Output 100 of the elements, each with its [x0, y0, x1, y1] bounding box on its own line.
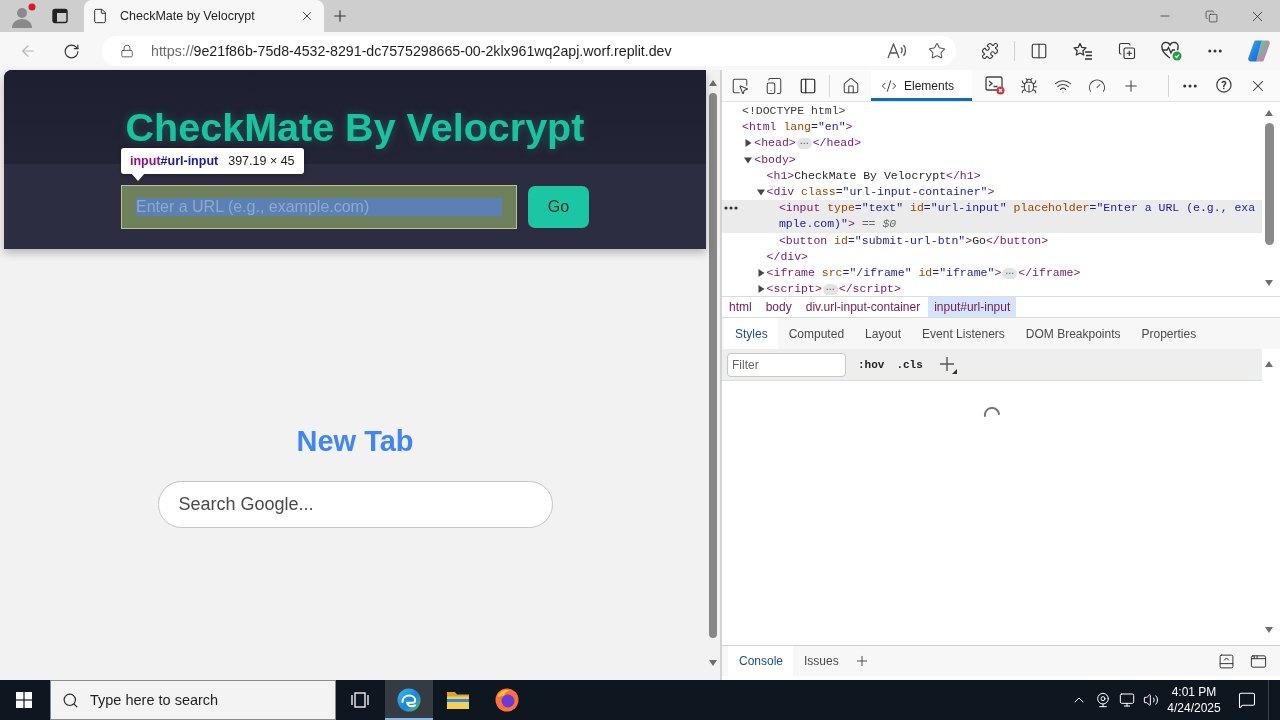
window-icon[interactable]: [52, 8, 68, 24]
panel-tab[interactable]: Computed: [777, 318, 855, 349]
panel-tab[interactable]: Event Listeners: [911, 318, 1015, 349]
monitor-icon[interactable]: [1119, 692, 1135, 708]
element-selector: input#url-input: [130, 154, 219, 168]
dom-node-row[interactable]: <button id="submit-url-btn">Go</button>: [722, 232, 1262, 249]
breadcrumb-item[interactable]: html: [723, 297, 758, 317]
dom-node-code: </div>: [766, 248, 808, 265]
star-icon[interactable]: [928, 42, 946, 60]
dom-node-row[interactable]: <!DOCTYPE html>: [722, 103, 1262, 120]
page-icon[interactable]: [92, 8, 108, 24]
panel-bottom-icon[interactable]: [1217, 652, 1235, 670]
dom-node-code: <button id="submit-url-btn">Go</button>: [778, 232, 1049, 249]
breadcrumb-item[interactable]: div.url-input-container: [799, 297, 927, 317]
dom-node-code: <iframe src="/iframe" id="iframe">: [766, 265, 1002, 282]
speech-bubble-icon[interactable]: [1237, 691, 1256, 709]
refresh-icon[interactable]: [62, 42, 80, 60]
speaker-icon[interactable]: [1143, 692, 1159, 708]
restore-icon[interactable]: [1204, 9, 1218, 23]
dom-node-row[interactable]: <div class="url-input-container">: [722, 184, 1262, 201]
address-field[interactable]: https://9e21f86b-75d8-4532-8291-dc7575298665-00-2klx961wq2apj.worf.replit.dev: [102, 36, 956, 66]
help-icon[interactable]: [1214, 76, 1234, 95]
panel-tab[interactable]: Properties: [1130, 318, 1207, 349]
phone-tablet-icon[interactable]: [765, 76, 783, 95]
star-list-icon[interactable]: [1073, 42, 1093, 60]
devtools-tab[interactable]: Elements: [871, 70, 973, 101]
ellipsis-button[interactable]: ⋯: [822, 284, 838, 296]
dom-node-code: <html lang="en">: [742, 119, 853, 136]
dom-node-row[interactable]: <body>: [722, 151, 1262, 168]
read-aloud-icon[interactable]: [887, 43, 907, 59]
search-input[interactable]: Type here to search: [90, 689, 335, 711]
browser-tab[interactable]: CheckMate by Velocrypt: [84, 0, 324, 32]
start-icon[interactable]: [16, 692, 32, 708]
terminal-error-icon[interactable]: [985, 76, 1006, 95]
caret-right-icon[interactable]: [756, 269, 765, 278]
more-dots-icon[interactable]: [724, 206, 738, 211]
scroll-up-icon[interactable]: [709, 80, 717, 86]
home-icon[interactable]: [842, 76, 860, 95]
swirl-logo-icon[interactable]: [397, 688, 421, 712]
tab-title[interactable]: CheckMate by Velocrypt: [120, 9, 297, 23]
dom-node-code: <!DOCTYPE html>: [742, 103, 846, 119]
drawer-tab[interactable]: Console: [728, 646, 794, 676]
dom-node-row[interactable]: </div>: [722, 248, 1262, 266]
split-panel-icon[interactable]: [1030, 42, 1048, 60]
search-icon[interactable]: [62, 691, 79, 709]
ellipsis-button[interactable]: ⋯: [796, 138, 812, 150]
code-icon[interactable]: [881, 77, 897, 94]
panel-tab[interactable]: Layout: [854, 318, 912, 349]
element-size: 397.19 × 45: [228, 154, 295, 168]
window-icon[interactable]: [1249, 652, 1267, 670]
ellipsis-button[interactable]: ⋯: [1002, 268, 1018, 280]
scroll-down-icon[interactable]: [1265, 627, 1273, 633]
caret-right-icon[interactable]: [756, 285, 765, 294]
dom-node-code: <script>: [766, 281, 822, 296]
style-toggle-button[interactable]: :hov: [852, 353, 891, 376]
scroll-down-icon[interactable]: [709, 660, 717, 666]
dom-node-code: <h1>CheckMate By Velocrypt</h1>: [766, 167, 981, 184]
taskbar-app-button[interactable]: [385, 680, 433, 720]
clock-time[interactable]: 4:01 PM: [1171, 684, 1217, 700]
dom-node-row[interactable]: <script> ⋯ </script>: [722, 281, 1262, 296]
caret-down-icon[interactable]: [756, 188, 765, 196]
panel-tab[interactable]: DOM Breakpoints: [1014, 318, 1131, 349]
panel-tab[interactable]: Styles: [724, 318, 778, 349]
dom-node-row[interactable]: <head> ⋯ </head>: [722, 135, 1262, 152]
dom-node-code: <div class="url-input-container">: [766, 184, 995, 200]
breadcrumb-item[interactable]: input#url-input: [928, 297, 1017, 317]
scroll-down-icon[interactable]: [1265, 280, 1273, 286]
caret-down-icon[interactable]: [744, 155, 753, 164]
breadcrumb-item[interactable]: body: [759, 297, 798, 317]
clock-date[interactable]: 4/24/2025: [1167, 700, 1221, 716]
scroll-up-icon[interactable]: [1265, 361, 1273, 367]
folder-icon[interactable]: [446, 690, 470, 710]
scroll-up-icon[interactable]: [1265, 110, 1273, 116]
caret-right-icon[interactable]: [744, 139, 753, 148]
copy-plus-icon[interactable]: [1118, 42, 1136, 60]
scrollbar-thumb[interactable]: [1264, 123, 1274, 245]
dom-node-row[interactable]: <iframe src="/iframe" id="iframe"> ⋯ </iframe>: [722, 265, 1262, 282]
task-view-icon[interactable]: [351, 692, 369, 708]
webcam-icon[interactable]: [1095, 692, 1111, 708]
style-toggle-button[interactable]: .cls: [890, 353, 929, 376]
filter-input[interactable]: Filter: [727, 352, 846, 377]
bug-icon[interactable]: [1020, 76, 1039, 95]
frame-heading: New Tab: [296, 424, 414, 458]
drawer-tab[interactable]: Issues: [793, 646, 849, 676]
heart-pulse-icon[interactable]: [1160, 41, 1182, 61]
plus-icon[interactable]: [938, 355, 957, 374]
go-button[interactable]: Go: [528, 185, 589, 228]
taskbar-search-field[interactable]: Type here to search: [50, 680, 336, 720]
gauge-icon[interactable]: [1088, 76, 1107, 95]
scrollbar-thumb[interactable]: [709, 93, 717, 638]
dom-node-row[interactable]: <html lang="en">: [722, 119, 1262, 136]
search-input[interactable]: Search Google...: [157, 481, 553, 528]
lock-icon[interactable]: [120, 44, 134, 58]
puzzle-icon[interactable]: [981, 42, 999, 60]
sidebar-panel-icon[interactable]: [799, 76, 817, 95]
cursor-box-icon[interactable]: [731, 76, 749, 95]
flame-globe-icon[interactable]: [495, 688, 519, 712]
dom-node-code: </script>: [838, 281, 901, 296]
dom-node-code: <head>: [754, 135, 796, 152]
dom-node-row[interactable]: <h1>CheckMate By Velocrypt</h1>: [722, 167, 1262, 184]
